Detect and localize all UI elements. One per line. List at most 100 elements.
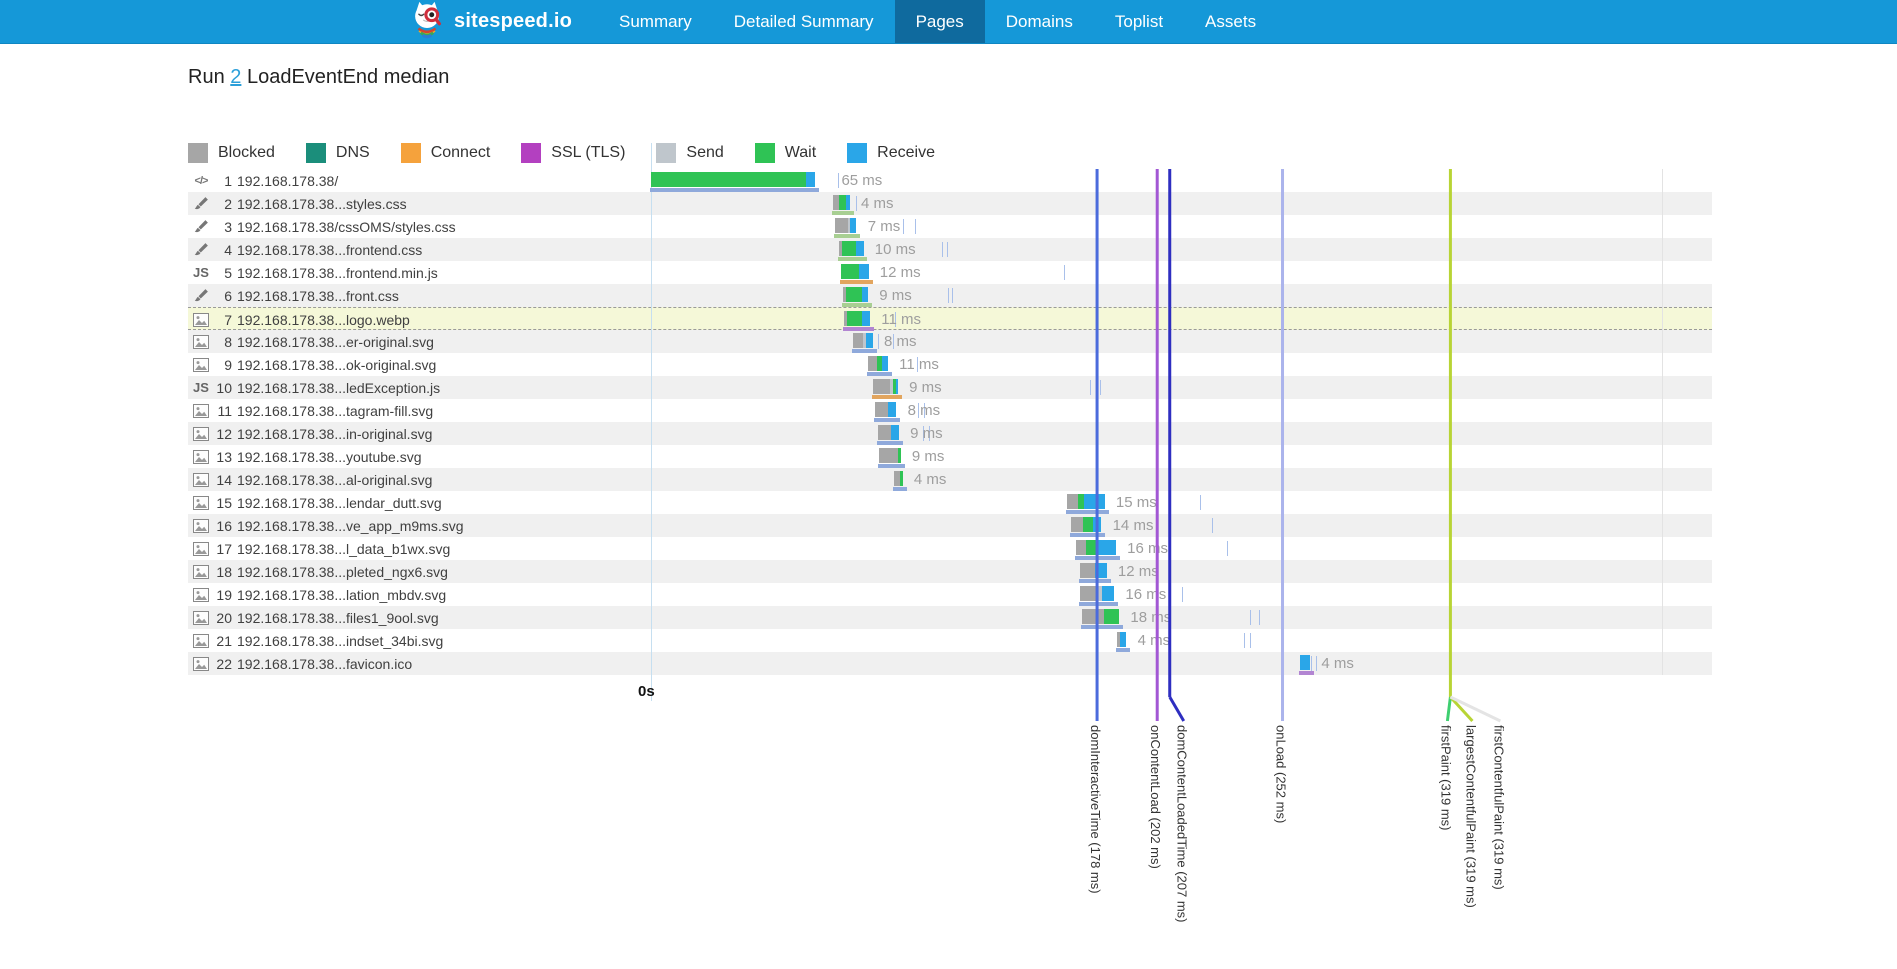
- bar-segment-blocked[interactable]: [853, 333, 863, 348]
- event-tick: [1311, 656, 1312, 671]
- request-row-9[interactable]: 9192.168.178.38...ok-original.svg11 ms: [188, 353, 1712, 376]
- nav-item-domains[interactable]: Domains: [985, 0, 1094, 43]
- request-label: 9192.168.178.38...ok-original.svg: [190, 353, 436, 376]
- request-row-14[interactable]: 14192.168.178.38...al-original.svg4 ms: [188, 468, 1712, 491]
- bar-segment-blocked[interactable]: [875, 402, 888, 417]
- bar-segment-blocked[interactable]: [873, 379, 891, 394]
- bar-segment-receive[interactable]: [1084, 494, 1105, 509]
- event-tick: [1316, 656, 1317, 671]
- bar-segment-receive[interactable]: [866, 333, 873, 348]
- brand[interactable]: sitespeed.io: [408, 0, 598, 43]
- bar-segment-wait[interactable]: [651, 172, 806, 187]
- content-type-underline-svg: [1079, 579, 1111, 583]
- request-row-13[interactable]: 13192.168.178.38...youtube.svg9 ms: [188, 445, 1712, 468]
- bar-segment-blocked[interactable]: [1067, 494, 1078, 509]
- request-label: 4192.168.178.38...frontend.css: [190, 238, 422, 261]
- request-label: 16192.168.178.38...ve_app_m9ms.svg: [190, 514, 464, 537]
- request-number: 3: [212, 219, 232, 235]
- request-number: 18: [212, 564, 232, 580]
- bar-segment-wait[interactable]: [842, 241, 856, 256]
- bar-segment-wait[interactable]: [847, 311, 862, 326]
- request-row-21[interactable]: 21192.168.178.38...indset_34bi.svg4 ms: [188, 629, 1712, 652]
- request-row-17[interactable]: 17192.168.178.38...l_data_b1wx.svg16 ms: [188, 537, 1712, 560]
- request-row-22[interactable]: 22192.168.178.38...favicon.ico4 ms: [188, 652, 1712, 675]
- page-title: Run 2 LoadEventEnd median: [188, 66, 1712, 89]
- bar-segment-blocked[interactable]: [835, 218, 848, 233]
- request-row-12[interactable]: 12192.168.178.38...in-original.svg9 ms: [188, 422, 1712, 445]
- request-row-16[interactable]: 16192.168.178.38...ve_app_m9ms.svg 14 ms: [188, 514, 1712, 537]
- request-url: 192.168.178.38...files1_9ool.svg: [237, 610, 439, 626]
- request-row-8[interactable]: 8192.168.178.38...er-original.svg8 ms: [188, 330, 1712, 353]
- bar-segment-wait[interactable]: [1104, 609, 1119, 624]
- bar-segment-receive[interactable]: [882, 356, 888, 371]
- request-number: 5: [212, 265, 232, 281]
- bar-segment-receive[interactable]: [846, 195, 849, 210]
- bar-segment-receive[interactable]: [856, 241, 864, 256]
- request-row-4[interactable]: 4192.168.178.38...frontend.css10 ms: [188, 238, 1712, 261]
- content-type-underline-js: [872, 395, 902, 399]
- bar-segment-wait[interactable]: [841, 264, 859, 279]
- request-row-19[interactable]: 19192.168.178.38...lation_mbdv.svg16 ms: [188, 583, 1712, 606]
- request-row-2[interactable]: 2192.168.178.38...styles.css4 ms: [188, 192, 1712, 215]
- bar-segment-blocked[interactable]: [1080, 586, 1099, 601]
- nav-item-assets[interactable]: Assets: [1184, 0, 1277, 43]
- request-row-5[interactable]: JS5192.168.178.38...frontend.min.js12 ms: [188, 261, 1712, 284]
- bar-segment-blocked[interactable]: [1076, 540, 1086, 555]
- bar-segment-receive[interactable]: [862, 287, 868, 302]
- event-tick: [1212, 518, 1213, 533]
- bar-segment-wait[interactable]: [900, 471, 903, 486]
- request-row-15[interactable]: 15192.168.178.38...lendar_dutt.svg15 ms: [188, 491, 1712, 514]
- nav-item-detailed-summary[interactable]: Detailed Summary: [713, 0, 895, 43]
- bar-segment-receive[interactable]: [862, 311, 870, 326]
- bar-segment-blocked[interactable]: [1080, 563, 1095, 578]
- request-row-7[interactable]: 7192.168.178.38...logo.webp11 ms: [188, 307, 1712, 330]
- request-number: 17: [212, 541, 232, 557]
- metric-branch-domcontentloadedtime: [1170, 697, 1184, 721]
- bar-segment-receive[interactable]: [1093, 517, 1102, 532]
- bar-segment-receive[interactable]: [896, 379, 898, 394]
- content-type-underline-svg: [1116, 648, 1130, 652]
- request-label: 7192.168.178.38...logo.webp: [190, 308, 410, 331]
- bar-segment-receive[interactable]: [850, 218, 856, 233]
- js-icon: JS: [190, 380, 212, 395]
- bar-segment-receive[interactable]: [1102, 586, 1114, 601]
- bar-segment-blocked[interactable]: [878, 425, 891, 440]
- content-type-underline-svg: [1079, 602, 1119, 606]
- bar-segment-receive[interactable]: [1095, 563, 1107, 578]
- request-row-3[interactable]: 3192.168.178.38/cssOMS/styles.css7 ms: [188, 215, 1712, 238]
- request-row-6[interactable]: 6192.168.178.38...front.css9 ms: [188, 284, 1712, 307]
- bar-segment-receive[interactable]: [1120, 632, 1126, 647]
- nav-item-pages[interactable]: Pages: [895, 0, 985, 43]
- run-number-link[interactable]: 2: [230, 66, 241, 88]
- request-url: 192.168.178.38...er-original.svg: [237, 334, 434, 350]
- bar-segment-blocked[interactable]: [1082, 609, 1104, 624]
- content-type-underline-js: [840, 280, 872, 284]
- request-row-11[interactable]: 11192.168.178.38...tagram-fill.svg8 ms: [188, 399, 1712, 422]
- bar-segment-blocked[interactable]: [1071, 517, 1083, 532]
- nav-item-toplist[interactable]: Toplist: [1094, 0, 1184, 43]
- image-icon: [190, 313, 212, 327]
- request-label: 12192.168.178.38...in-original.svg: [190, 422, 432, 445]
- bar-segment-receive[interactable]: [888, 402, 896, 417]
- bar-segment-receive[interactable]: [1098, 540, 1116, 555]
- request-row-20[interactable]: 20192.168.178.38...files1_9ool.svg18 ms: [188, 606, 1712, 629]
- bar-segment-wait[interactable]: [839, 195, 847, 210]
- bar-segment-wait[interactable]: [1086, 540, 1098, 555]
- request-row-10[interactable]: JS10192.168.178.38...ledException.js9 ms: [188, 376, 1712, 399]
- bar-segment-wait[interactable]: [846, 287, 862, 302]
- bar-segment-receive[interactable]: [891, 425, 899, 440]
- bar-segment-receive[interactable]: [859, 264, 868, 279]
- nav-item-summary[interactable]: Summary: [598, 0, 713, 43]
- bar-segment-wait[interactable]: [1083, 517, 1093, 532]
- bar-segment-blocked[interactable]: [879, 448, 898, 463]
- request-row-1[interactable]: </>1192.168.178.38/65 ms: [188, 169, 1712, 192]
- request-label: 3192.168.178.38/cssOMS/styles.css: [190, 215, 456, 238]
- request-total-time: 14 ms: [1113, 517, 1154, 534]
- bar-segment-receive[interactable]: [806, 172, 815, 187]
- bar-segment-wait[interactable]: [898, 448, 901, 463]
- request-row-18[interactable]: 18192.168.178.38...pleted_ngx6.svg12 ms: [188, 560, 1712, 583]
- event-tick: [1227, 541, 1228, 556]
- bar-segment-receive[interactable]: [1300, 655, 1310, 670]
- bar-segment-blocked[interactable]: [868, 356, 877, 371]
- request-number: 14: [212, 472, 232, 488]
